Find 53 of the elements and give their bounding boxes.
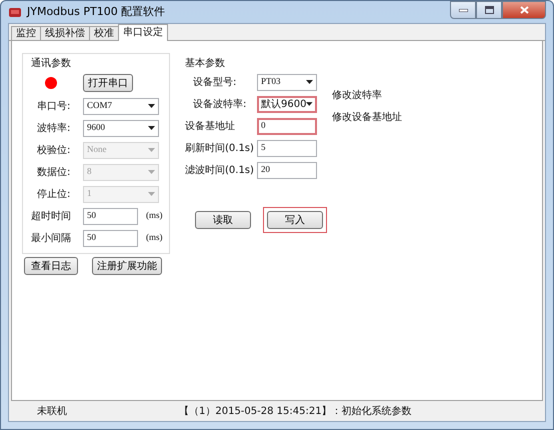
caret-icon <box>306 80 313 84</box>
hint-text: 修改设备基地址 <box>332 110 402 124</box>
caret-icon <box>148 126 155 130</box>
action-button[interactable]: 写入 <box>267 211 323 229</box>
action-button[interactable]: 注册扩展功能 <box>92 257 162 275</box>
tab[interactable]: 线损补偿 <box>40 26 90 40</box>
field-label: 停止位: <box>36 188 72 202</box>
action-button[interactable]: 查看日志 <box>24 257 78 275</box>
dropdown[interactable]: COM7 <box>83 98 159 114</box>
input-field[interactable]: 5 <box>257 140 317 156</box>
unit-label: (ms) <box>146 209 162 222</box>
field-label: 设备波特率: <box>192 98 248 112</box>
dropdown[interactable]: PT03 <box>257 74 317 90</box>
field-label: 刷新时间(0.1s) <box>185 142 255 156</box>
unit-label: (ms) <box>146 231 162 244</box>
field-label: 最小间隔 <box>31 232 72 246</box>
maximize-icon <box>484 6 494 14</box>
dropdown[interactable]: 9600 <box>83 120 159 136</box>
caret-icon <box>148 170 155 174</box>
input-field[interactable]: 0 <box>257 118 317 134</box>
group-title: 通讯参数 <box>31 56 72 71</box>
input-field[interactable]: 50 <box>83 208 138 224</box>
field-label: 超时时间 <box>31 210 72 224</box>
caret-icon <box>148 104 155 108</box>
connection-status: 未联机 <box>37 404 67 418</box>
minimize-icon <box>458 8 468 12</box>
caret-icon <box>148 148 155 152</box>
status-message: 【（1）2015-05-28 15:45:21】：初始化系统参数 <box>179 404 412 418</box>
field-label: 波特率: <box>36 122 72 136</box>
tab[interactable]: 监控 <box>11 26 41 40</box>
close-icon <box>520 6 528 14</box>
field-label: 设备基地址 <box>185 120 236 134</box>
close-button[interactable] <box>502 1 546 19</box>
caret-icon <box>306 102 313 106</box>
minimize-button[interactable] <box>450 1 476 19</box>
open-port-button[interactable]: 打开串口 <box>83 74 133 92</box>
field-label: 滤波时间(0.1s) <box>185 164 255 178</box>
group-title: 基本参数 <box>185 56 226 71</box>
caret-icon <box>148 192 155 196</box>
app-icon <box>8 6 22 18</box>
dropdown[interactable]: 默认9600 <box>257 96 317 112</box>
tab[interactable]: 校准 <box>89 26 119 40</box>
field-label: 设备型号: <box>192 76 238 90</box>
hint-text: 修改波特率 <box>332 88 382 102</box>
field-label: 数据位: <box>36 166 72 180</box>
tab[interactable]: 串口设定 <box>118 24 168 41</box>
input-field[interactable]: 20 <box>257 162 317 178</box>
field-label: 校验位: <box>36 144 72 158</box>
input-field[interactable]: 50 <box>83 230 138 246</box>
window-title: JYModbus PT100 配置软件 <box>27 4 166 20</box>
maximize-button[interactable] <box>476 1 502 19</box>
action-button[interactable]: 读取 <box>195 211 251 229</box>
field-label: 串口号: <box>36 100 72 114</box>
